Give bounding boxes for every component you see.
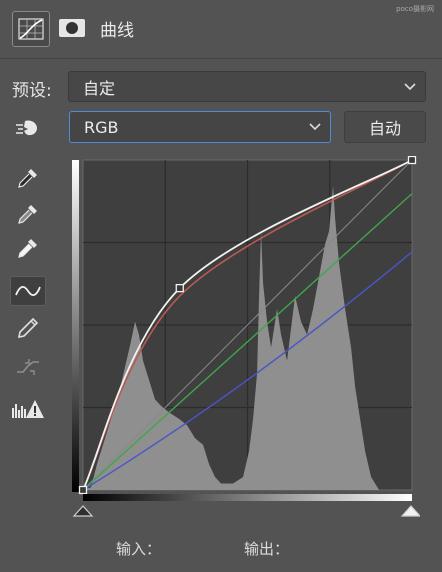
target-adjust-icon[interactable]: [10, 113, 46, 143]
pencil-draw-icon[interactable]: [10, 313, 46, 343]
white-point-eyedropper-icon[interactable]: [10, 233, 46, 263]
preset-label: 预设:: [12, 81, 52, 101]
panel-title: 曲线: [100, 21, 134, 41]
curve-edit-icon[interactable]: [10, 276, 46, 306]
chevron-down-icon: [309, 123, 321, 131]
curve-control-point[interactable]: [175, 283, 184, 293]
gray-point-eyedropper-icon[interactable]: [10, 199, 46, 229]
auto-button[interactable]: 自动: [344, 111, 426, 143]
layer-mask-icon[interactable]: [54, 11, 90, 45]
input-label: 输入：: [116, 540, 162, 558]
preset-dropdown[interactable]: 自定: [68, 71, 426, 102]
preset-value: 自定: [83, 78, 116, 98]
curve-control-point[interactable]: [407, 155, 417, 165]
smooth-curve-icon[interactable]: [10, 352, 46, 382]
clipping-warning-icon[interactable]: [10, 394, 46, 424]
white-input-slider[interactable]: [400, 505, 422, 517]
black-point-eyedropper-icon[interactable]: [10, 163, 46, 193]
header-divider: [0, 58, 442, 59]
output-gradient-bar: [72, 160, 79, 492]
channel-value: RGB: [84, 117, 119, 137]
output-label: 输出：: [244, 540, 290, 558]
watermark-text: poco摄影网: [396, 5, 434, 13]
curves-graph[interactable]: [72, 155, 422, 528]
channel-dropdown[interactable]: RGB: [69, 111, 331, 143]
curves-adjustment-icon[interactable]: [12, 11, 50, 47]
chevron-down-icon: [404, 82, 416, 90]
input-gradient-bar: [83, 494, 412, 501]
curve-control-point[interactable]: [78, 485, 88, 495]
black-input-slider[interactable]: [72, 505, 94, 517]
